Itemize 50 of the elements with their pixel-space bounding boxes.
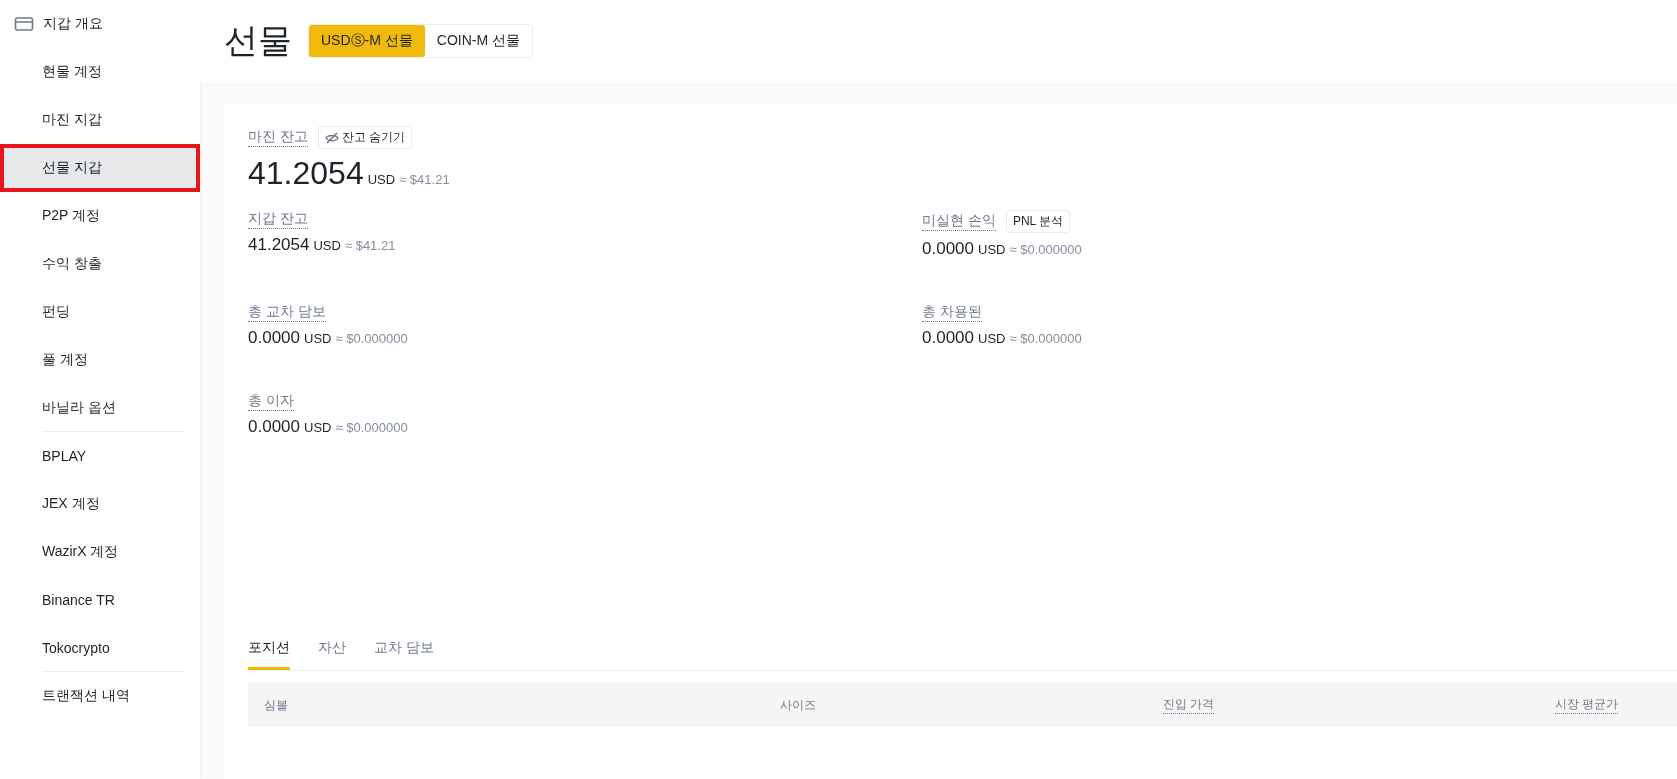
stat-label: 총 교차 담보 [248,303,326,322]
stat-value: 0.0000 [922,239,974,259]
sidebar-item[interactable]: 마진 지갑 [0,96,200,144]
stat-value: 0.0000 [248,417,300,437]
sidebar-item[interactable]: P2P 계정 [0,192,200,240]
currency-unit: USD [978,331,1006,346]
approx-value: ≈ $41.21 [344,238,396,253]
sidebar-item[interactable]: JEX 계정 [0,480,200,528]
eye-slash-icon [324,131,339,144]
page-title: 선물 [224,20,292,61]
column-header: 시장 평균가 [1555,696,1619,714]
approx-value: ≈ $41.21 [399,172,450,187]
stat-value: 41.2054 [248,155,364,192]
sidebar-item[interactable]: 펀딩 [0,288,200,336]
stat-label: 마진 잔고 [248,128,308,147]
tab[interactable]: 포지션 [248,631,290,670]
currency-unit: USD [978,242,1006,257]
currency-unit: USD [304,331,332,346]
tab[interactable]: 교차 담보 [374,631,434,670]
sidebar-item[interactable]: 수익 창출 [0,240,200,288]
stat-value: 41.2054 [248,235,310,255]
pnl-analysis-button[interactable]: PNL 분석 [1005,210,1071,233]
wallet-icon [14,16,34,32]
stat-value: 0.0000 [248,328,300,348]
approx-value: ≈ $0.000000 [335,331,408,346]
stat-label: 미실현 손익 [922,212,996,231]
sidebar-item[interactable]: 풀 계정 [0,336,200,384]
currency-unit: USD [304,420,332,435]
stat-label: 지갑 잔고 [248,210,308,229]
sidebar-item[interactable]: BPLAY [0,432,200,480]
currency-unit: USD [313,238,341,253]
column-header: 심볼 [264,696,288,714]
stat-label: 총 이자 [248,392,294,411]
stat-value: 0.0000 [922,328,974,348]
sidebar-item[interactable]: WazirX 계정 [0,528,200,576]
column-header: 진입 가격 [1163,696,1215,714]
column-header: 사이즈 [780,696,816,714]
approx-value: ≈ $0.000000 [1009,331,1082,346]
approx-value: ≈ $0.000000 [335,420,408,435]
tab[interactable]: 자산 [318,631,346,670]
approx-value: ≈ $0.000000 [1009,242,1082,257]
sidebar-item[interactable]: 지갑 개요 [0,0,200,48]
sidebar-item[interactable]: Binance TR [0,576,200,624]
hide-balance-button[interactable]: 잔고 숨기기 [317,126,413,149]
stat-label: 총 차용된 [922,303,982,322]
market-toggle-button[interactable]: USDⓈ-M 선물 [309,25,425,57]
sidebar-item[interactable]: 현물 계정 [0,48,200,96]
sidebar-item[interactable]: 트랜잭션 내역 [0,672,200,720]
currency-unit: USD [367,172,396,187]
sidebar-item[interactable]: 선물 지갑 [0,144,200,192]
